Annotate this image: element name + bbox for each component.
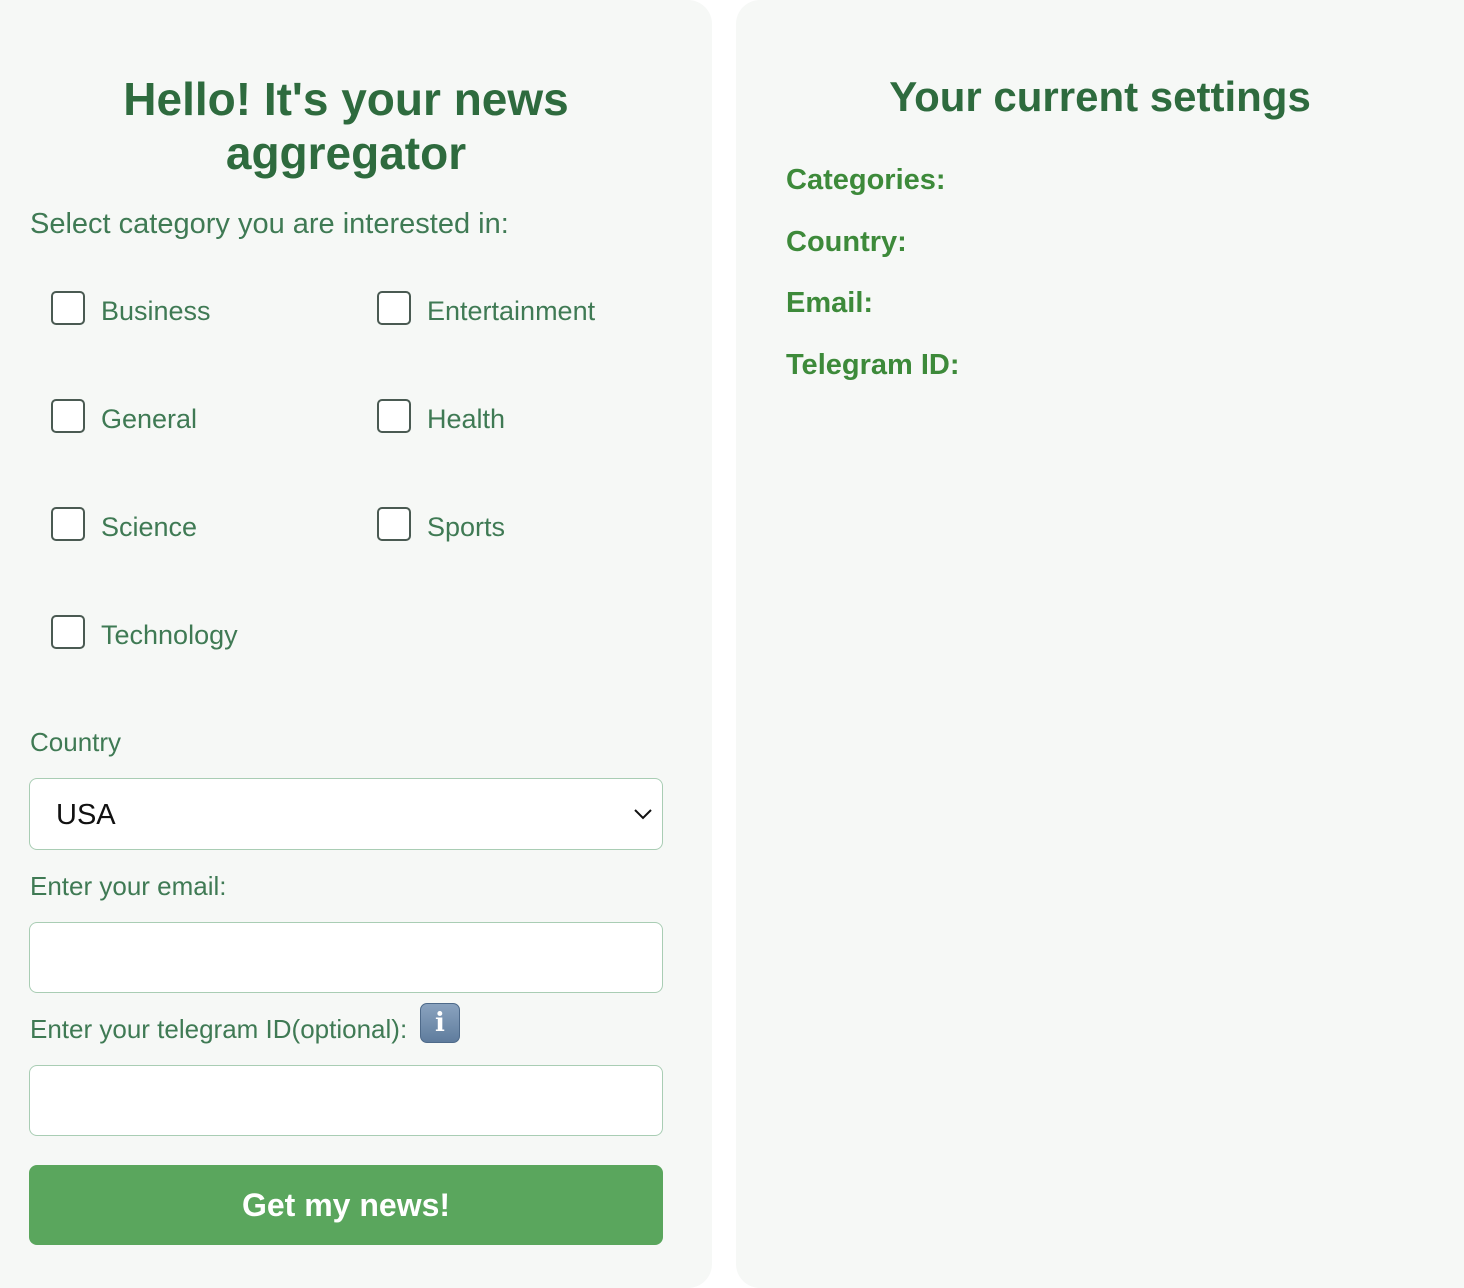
category-checkbox-technology[interactable]: Technology (51, 612, 238, 652)
category-checkbox-general[interactable]: General (51, 396, 197, 436)
checkbox-box[interactable] (377, 399, 411, 433)
settings-title: Your current settings (889, 73, 1311, 120)
current-settings-panel: Your current settings Categories: Countr… (736, 0, 1464, 1288)
telegram-id-field[interactable] (29, 1065, 663, 1136)
checkbox-box[interactable] (51, 399, 85, 433)
setting-country: Country: (786, 226, 907, 258)
info-icon[interactable]: i (420, 1003, 460, 1043)
setting-email: Email: (786, 287, 874, 319)
category-checkbox-entertainment[interactable]: Entertainment (377, 288, 595, 328)
checkbox-label: Health (427, 404, 506, 434)
country-label: Country (30, 727, 122, 757)
setting-categories: Categories: (786, 164, 946, 196)
page: Hello! It's your news aggregator Select … (0, 0, 1464, 1288)
checkbox-label: Business (101, 296, 211, 326)
category-checkbox-business[interactable]: Business (51, 288, 211, 328)
category-checkbox-health[interactable]: Health (377, 396, 505, 436)
telegram-label: Enter your telegram ID(optional): (30, 1014, 408, 1044)
checkbox-box[interactable] (377, 291, 411, 325)
setting-telegram-id: Telegram ID: (786, 349, 960, 381)
category-checkbox-science[interactable]: Science (51, 504, 197, 544)
email-label: Enter your email: (30, 871, 227, 901)
chevron-down-icon (634, 809, 652, 820)
category-prompt: Select category you are interested in: (30, 208, 509, 240)
page-title: Hello! It's your news aggregator (123, 73, 569, 179)
news-form-panel: Hello! It's your news aggregator Select … (0, 0, 712, 1288)
checkbox-label: Science (101, 512, 198, 542)
checkbox-box[interactable] (51, 507, 85, 541)
checkbox-box[interactable] (51, 291, 85, 325)
checkbox-label: General (101, 404, 198, 434)
checkbox-box[interactable] (51, 615, 85, 649)
checkbox-label: Entertainment (427, 296, 596, 326)
country-select[interactable]: USA (29, 778, 663, 850)
checkbox-label: Sports (427, 512, 506, 542)
country-select-value: USA (56, 799, 116, 831)
category-checkbox-sports[interactable]: Sports (377, 504, 505, 544)
email-field[interactable] (29, 922, 663, 993)
get-news-button[interactable]: Get my news! (29, 1165, 663, 1245)
checkbox-label: Technology (101, 620, 238, 650)
checkbox-box[interactable] (377, 507, 411, 541)
